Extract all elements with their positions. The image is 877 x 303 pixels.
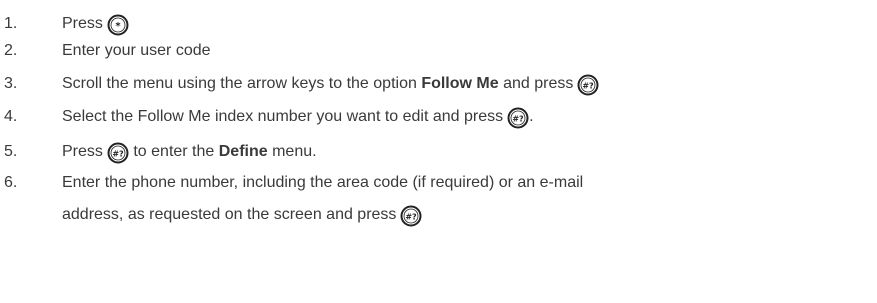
step-number: 5. [4,143,18,160]
key-glyph: #? [583,82,595,91]
step-text-line-2-words: address, as requested on the screen and … [62,206,397,223]
step-text: Enter your user code [62,42,211,59]
step-number: 1. [4,15,18,32]
key-glyph: #? [112,150,124,159]
step-text-before: Scroll the menu using the arrow keys to … [62,75,422,92]
step-text-before: Press [62,143,103,160]
step-text-line-1: Enter the phone number, including the ar… [62,174,584,191]
step-text: Press #? to enter the Define menu. [62,142,317,164]
menu-name: Define [218,143,268,160]
step-text: Press * [62,14,129,36]
hash-question-key-icon: #? [400,205,422,227]
step-number: 2. [4,42,18,59]
step-text-line-2: address, as requested on the screen and … [62,205,422,227]
step-text-mid: to enter the [128,143,219,160]
key-glyph: #? [406,213,418,222]
hash-question-key-icon: #? [577,74,599,96]
step-text-end: . [529,108,534,125]
step-text-before: Select the Follow Me index number you wa… [62,108,504,125]
step-text-after: and press [498,75,574,92]
step-text: Select the Follow Me index number you wa… [62,107,534,129]
step-text-after: menu. [267,143,317,160]
step-number: 6. [4,174,18,191]
hash-question-key-icon: #? [507,107,529,129]
hash-question-key-icon: #? [107,142,129,164]
step-text-before: Press [62,15,103,32]
star-key-icon: * [107,14,129,36]
key-glyph: #? [512,115,524,124]
step-text: Scroll the menu using the arrow keys to … [62,74,599,96]
step-number: 3. [4,75,18,92]
menu-option-name: Follow Me [421,75,499,92]
step-number: 4. [4,108,18,125]
key-glyph: * [115,21,121,32]
